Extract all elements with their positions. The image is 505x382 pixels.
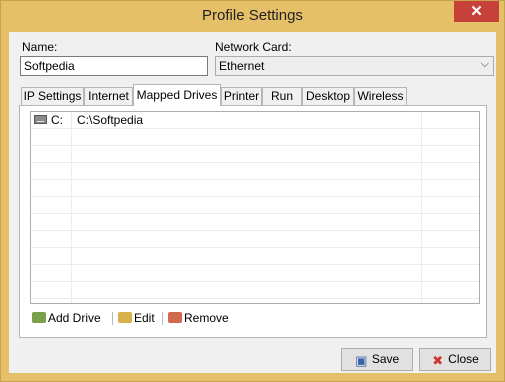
tab-wireless[interactable]: Wireless <box>354 87 407 105</box>
table-row <box>31 248 479 265</box>
table-row <box>31 129 479 146</box>
table-row <box>31 282 479 299</box>
edit-label: Edit <box>134 311 155 325</box>
tab-run[interactable]: Run <box>262 87 302 105</box>
save-label: Save <box>371 352 400 366</box>
toolbar-separator <box>162 312 163 325</box>
table-row <box>31 214 479 231</box>
name-label: Name: <box>22 40 58 54</box>
table-row <box>31 146 479 163</box>
close-label: Close <box>448 352 479 366</box>
tab-mapped-drives[interactable]: Mapped Drives <box>133 84 221 106</box>
title-bar[interactable]: Profile Settings ✕ <box>1 1 504 31</box>
save-icon: ▣ <box>355 353 368 368</box>
tab-ip-settings[interactable]: IP Settings <box>21 87 84 105</box>
remove-button[interactable]: Remove <box>168 310 229 326</box>
drive-icon <box>34 115 47 124</box>
drive-path: C:\Softpedia <box>77 113 144 127</box>
toolbar-separator <box>112 312 113 325</box>
remove-icon <box>168 312 182 323</box>
network-card-select[interactable]: Ethernet ⌵ <box>215 56 494 76</box>
table-row <box>31 231 479 248</box>
network-card-label: Network Card: <box>215 40 292 54</box>
profile-settings-window: Profile Settings ✕ Name: Softpedia Netwo… <box>0 0 505 382</box>
add-drive-button[interactable]: Add Drive <box>32 310 101 326</box>
edit-icon <box>118 312 132 323</box>
table-row[interactable]: C: C:\Softpedia <box>31 112 479 129</box>
close-icon: ✖ <box>432 353 444 368</box>
table-row <box>31 265 479 282</box>
remove-label: Remove <box>184 311 229 325</box>
add-drive-icon <box>32 312 46 323</box>
network-card-value: Ethernet <box>219 59 265 73</box>
tab-desktop[interactable]: Desktop <box>302 87 354 105</box>
table-row <box>31 163 479 180</box>
chevron-down-icon[interactable]: ⌵ <box>481 58 489 71</box>
window-close-button[interactable]: ✕ <box>454 1 499 22</box>
save-button[interactable]: ▣ Save <box>341 348 413 371</box>
drive-letter: C: <box>51 113 63 127</box>
close-button[interactable]: ✖ Close <box>419 348 491 371</box>
table-row <box>31 180 479 197</box>
mapped-drives-panel: C: C:\Softpedia Add Drive Edit Remove <box>19 105 487 338</box>
tab-printer[interactable]: Printer <box>221 87 262 105</box>
drives-toolbar: Add Drive Edit Remove <box>30 308 480 330</box>
name-input[interactable]: Softpedia <box>20 56 208 76</box>
edit-button[interactable]: Edit <box>118 310 155 326</box>
tab-internet[interactable]: Internet <box>84 87 133 105</box>
table-row <box>31 197 479 214</box>
window-title: Profile Settings <box>202 7 303 24</box>
dialog-body: Name: Softpedia Network Card: Ethernet ⌵… <box>9 32 496 373</box>
add-drive-label: Add Drive <box>48 311 101 325</box>
drives-list[interactable]: C: C:\Softpedia <box>30 111 480 304</box>
